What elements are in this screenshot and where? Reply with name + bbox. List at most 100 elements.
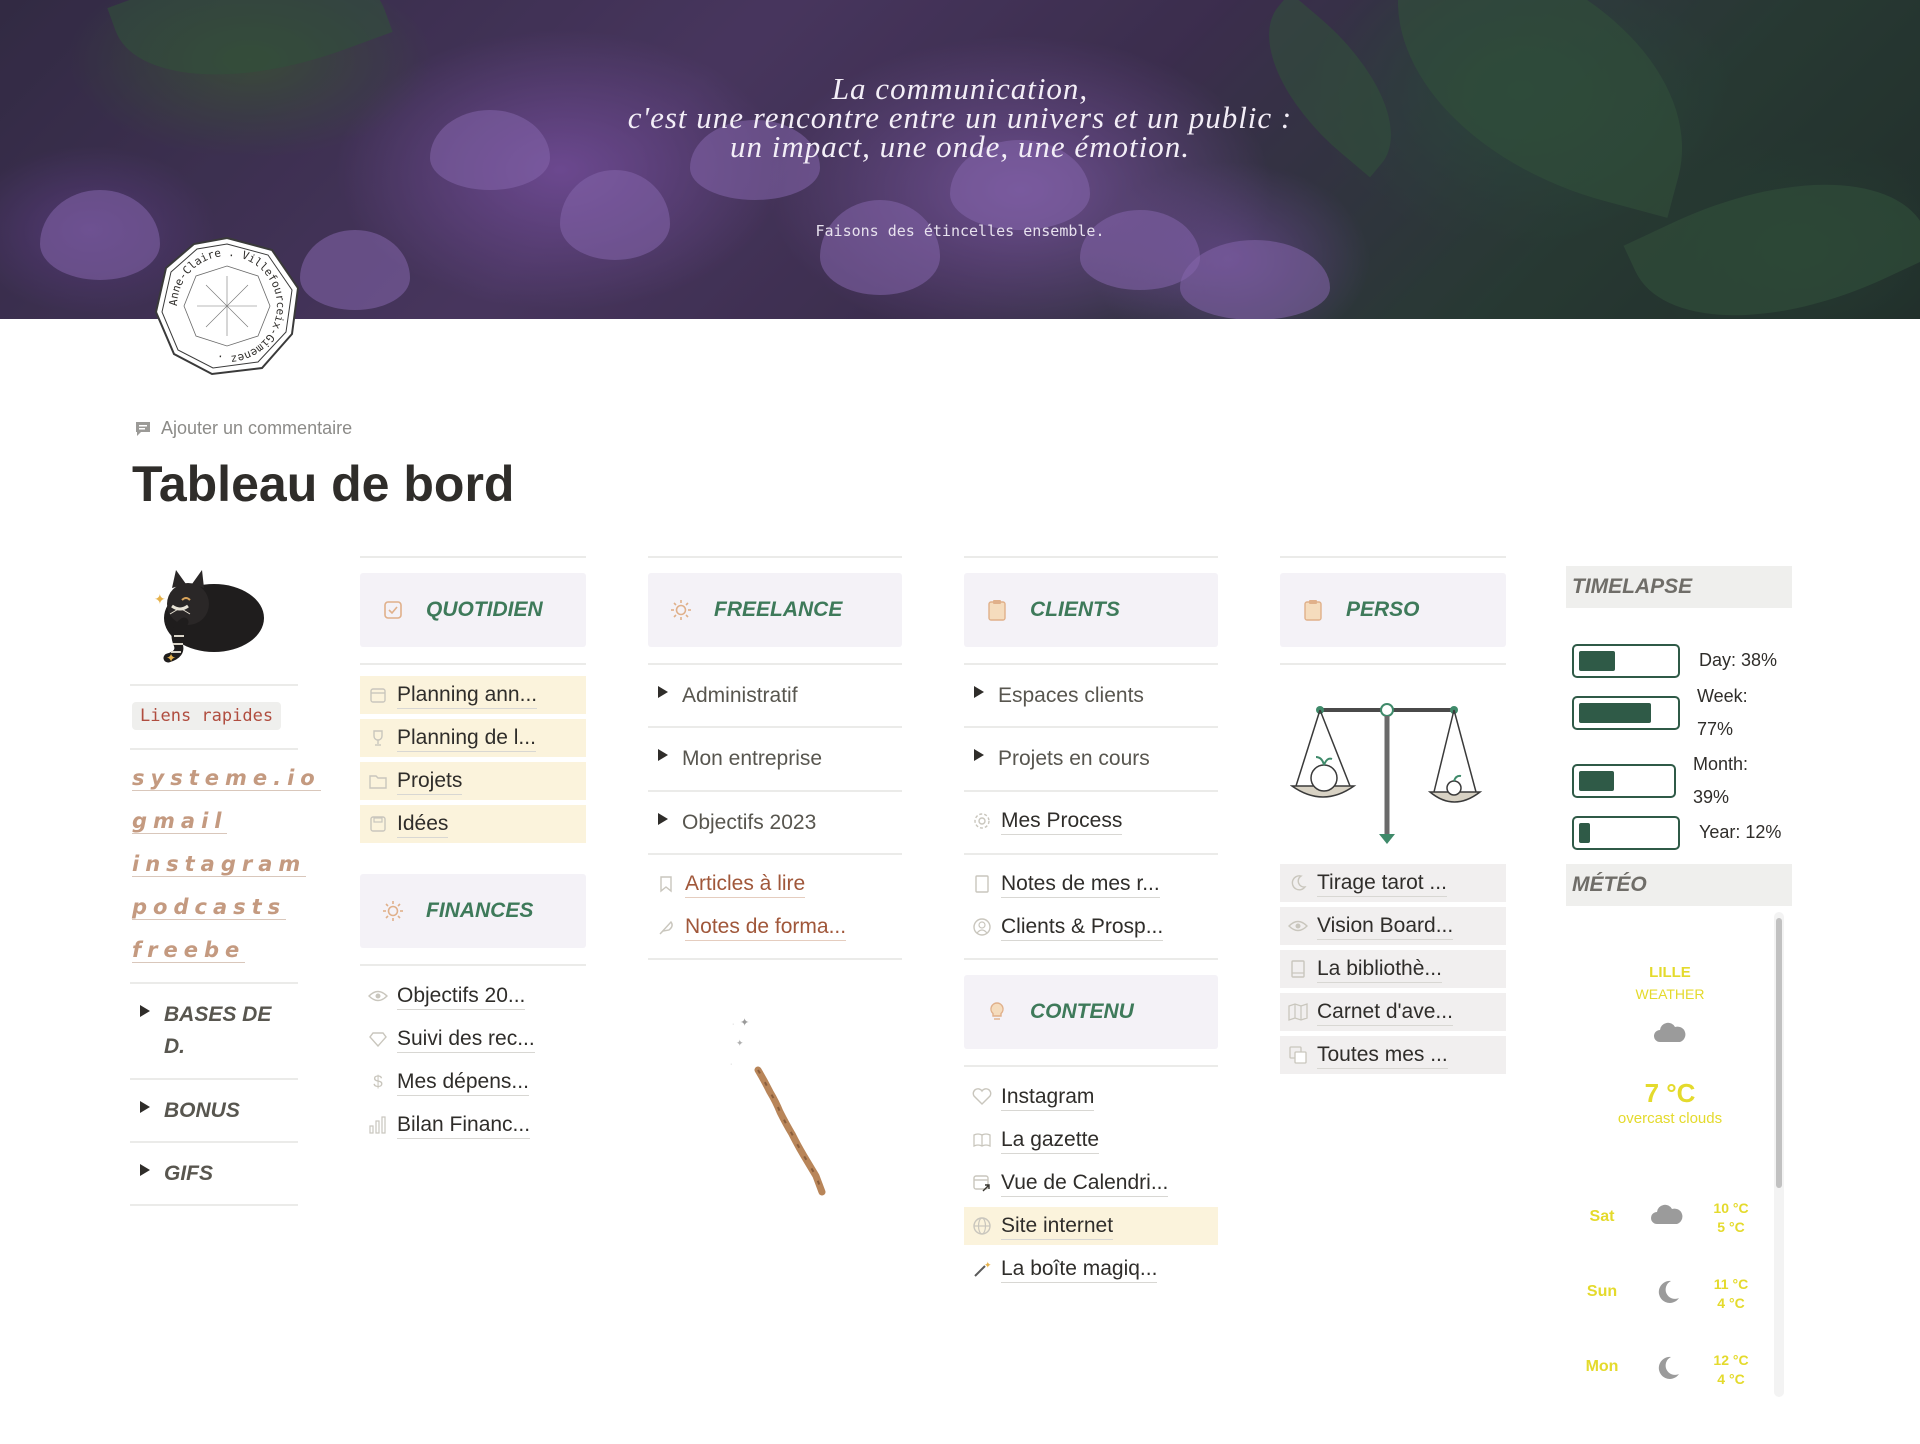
section-perso[interactable]: PERSO — [1280, 573, 1506, 647]
link-podcasts[interactable]: podcasts — [132, 895, 287, 920]
triangle-right-icon — [658, 749, 668, 761]
diamond-icon — [368, 1029, 388, 1049]
cloud-icon — [1648, 1200, 1684, 1233]
section-contenu[interactable]: CONTENU — [964, 975, 1218, 1049]
progress-bar-year — [1572, 816, 1680, 850]
toggle-bonus[interactable]: BONUS — [140, 1095, 240, 1127]
svg-text:✦: ✦ — [154, 591, 166, 607]
moon-icon — [1288, 873, 1308, 893]
link-la-gazette[interactable]: La gazette — [964, 1121, 1218, 1159]
link-la-bibliotheque[interactable]: La bibliothè... — [1280, 950, 1506, 988]
link-bilan-financier[interactable]: Bilan Financ... — [360, 1106, 586, 1144]
week-progress-label: Week: — [1697, 686, 1748, 706]
forecast-low: 4 °C — [1717, 1295, 1745, 1311]
weather-temperature: 7 °C — [1644, 1078, 1696, 1108]
toggle-projets-en-cours[interactable]: Projets en cours — [974, 743, 1150, 775]
link-instagram[interactable]: instagram — [132, 852, 307, 877]
progress-fill — [1579, 651, 1615, 671]
forecast-day: Sun — [1586, 1283, 1618, 1300]
weather-condition: overcast clouds — [1617, 1110, 1723, 1127]
link-projets[interactable]: Projets — [360, 762, 586, 800]
heart-icon — [972, 1087, 992, 1107]
link-systeme-io[interactable]: systeme.io — [132, 766, 321, 791]
svg-text:·: · — [732, 1021, 734, 1028]
link-mes-depenses[interactable]: $ Mes dépens... — [360, 1063, 586, 1101]
forecast-high: 10 °C — [1713, 1200, 1749, 1216]
svg-text:·: · — [730, 1061, 732, 1068]
link-vue-de-calendrier[interactable]: Vue de Calendri... — [964, 1164, 1218, 1202]
link-carnet-d-aventures[interactable]: Carnet d'ave... — [1280, 993, 1506, 1031]
progress-bar-month — [1572, 764, 1676, 798]
link-la-boite-magique[interactable]: ✦ La boîte magiq... — [964, 1250, 1218, 1288]
link-freebe[interactable]: freebe — [132, 938, 246, 963]
link-planning-de-la-semaine[interactable]: Planning de l... — [360, 719, 586, 757]
day-progress-label: Day: 38% — [1699, 650, 1778, 670]
section-clients[interactable]: CLIENTS — [964, 573, 1218, 647]
weather-subtitle: WEATHER — [1635, 986, 1705, 1002]
toggle-label: GIFS — [164, 1162, 214, 1185]
dollar-icon: $ — [373, 1072, 383, 1091]
section-title: FINANCES — [426, 899, 534, 922]
cloud-icon — [1648, 1018, 1692, 1051]
link-vision-board[interactable]: Vision Board... — [1280, 907, 1506, 945]
eye-icon — [1288, 916, 1308, 936]
sun-icon — [670, 599, 692, 621]
toggle-objectifs-2023[interactable]: Objectifs 2023 — [658, 807, 816, 839]
month-progress-value: 39% — [1693, 787, 1730, 807]
toggle-gifs[interactable]: GIFS — [140, 1158, 213, 1190]
link-clients-et-prospects[interactable]: Clients & Prosp... — [964, 908, 1218, 946]
weather-scrollbar-thumb[interactable] — [1776, 918, 1782, 1188]
add-comment-button[interactable]: Ajouter un commentaire — [134, 418, 352, 439]
moon-icon — [1652, 1278, 1684, 1311]
section-title: FREELANCE — [714, 598, 843, 621]
clipboard-icon — [986, 599, 1008, 621]
svg-text:✦: ✦ — [736, 1038, 744, 1048]
toggle-bases-de-donnees[interactable]: BASES DE D. — [140, 999, 290, 1063]
link-suivi-des-recettes[interactable]: Suivi des rec... — [360, 1020, 586, 1058]
document-icon — [972, 874, 992, 894]
link-site-internet[interactable]: Site internet — [964, 1207, 1218, 1245]
magic-wand-illustration: ✦ ✦ · · — [700, 1000, 860, 1200]
link-notes-de-mes-rendez-vous[interactable]: Notes de mes r... — [964, 865, 1218, 903]
magic-wand-icon: ✦ — [972, 1259, 992, 1279]
triangle-right-icon — [658, 686, 668, 698]
svg-text:✦: ✦ — [166, 651, 176, 665]
forecast-day: Mon — [1585, 1358, 1619, 1375]
triangle-right-icon — [140, 1101, 150, 1113]
gear-icon — [972, 811, 992, 831]
week-progress-value: 77% — [1697, 719, 1734, 739]
section-freelance[interactable]: FREELANCE — [648, 573, 902, 647]
toggle-mon-entreprise[interactable]: Mon entreprise — [658, 743, 822, 775]
link-tirage-tarot[interactable]: Tirage tarot ... — [1280, 864, 1506, 902]
progress-fill — [1579, 703, 1652, 723]
bar-chart-icon — [368, 1115, 388, 1135]
link-planning-annuel[interactable]: Planning ann... — [360, 676, 586, 714]
link-notes-de-formation[interactable]: Notes de forma... — [648, 908, 902, 946]
link-objectifs-financiers[interactable]: Objectifs 20... — [360, 977, 586, 1015]
svg-text:✦: ✦ — [984, 1260, 992, 1270]
link-instagram-content[interactable]: Instagram — [964, 1078, 1218, 1116]
bookmark-icon — [656, 874, 676, 894]
toggle-administratif[interactable]: Administratif — [658, 680, 798, 712]
trophy-icon — [368, 728, 388, 748]
section-quotidien[interactable]: QUOTIDIEN — [360, 573, 586, 647]
link-mes-process[interactable]: Mes Process — [964, 802, 1218, 840]
clipboard-icon — [1302, 599, 1324, 621]
triangle-right-icon — [658, 813, 668, 825]
link-articles-a-lire[interactable]: Articles à lire — [648, 865, 902, 903]
month-progress-label: Month: — [1693, 754, 1749, 774]
triangle-right-icon — [140, 1005, 150, 1017]
svg-text:✦: ✦ — [740, 1017, 749, 1029]
link-idees[interactable]: Idées — [360, 805, 586, 843]
weather-city: LILLE — [1649, 964, 1691, 981]
triangle-right-icon — [974, 749, 984, 761]
link-gmail[interactable]: gmail — [132, 809, 228, 834]
quick-links-tag: Liens rapides — [132, 702, 282, 730]
moon-icon — [1652, 1354, 1684, 1387]
page-title: Tableau de bord — [132, 456, 515, 512]
section-finances[interactable]: FINANCES — [360, 874, 586, 948]
link-toutes-mes-notes[interactable]: Toutes mes ... — [1280, 1036, 1506, 1074]
toggle-espaces-clients[interactable]: Espaces clients — [974, 680, 1144, 712]
progress-bar-week — [1572, 696, 1680, 730]
timelapse-header: TIMELAPSE — [1566, 566, 1792, 608]
